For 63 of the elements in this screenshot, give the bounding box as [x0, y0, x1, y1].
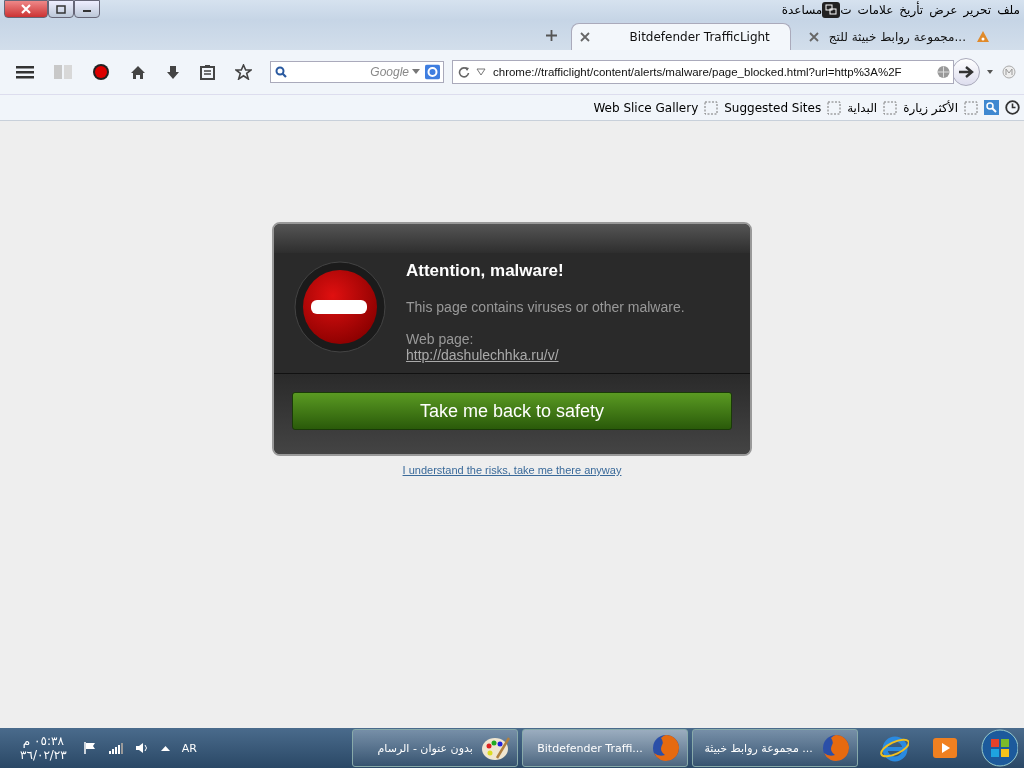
menu-item[interactable]: عرض: [929, 3, 958, 17]
go-button[interactable]: [952, 58, 980, 86]
star-icon[interactable]: [235, 64, 252, 80]
search-field[interactable]: Google: [270, 61, 444, 83]
page-icon: [883, 100, 898, 115]
clipboard-icon[interactable]: [200, 64, 215, 80]
globe-icon: [937, 65, 950, 79]
page-icon: [964, 100, 978, 115]
bookmark-link[interactable]: البداية: [847, 100, 878, 115]
speaker-icon[interactable]: [134, 742, 149, 754]
warning-icon: [976, 30, 990, 44]
signal-icon[interactable]: [108, 742, 123, 754]
start-button[interactable]: [980, 729, 1018, 767]
download-icon[interactable]: [166, 64, 180, 80]
dropdown-icon[interactable]: [476, 68, 486, 76]
menu-item[interactable]: علامات: [857, 3, 894, 17]
language-indicator[interactable]: AR: [181, 741, 197, 755]
menu-item[interactable]: تحرير: [963, 3, 992, 17]
clock-time[interactable]: ٠٥:٣٨ م: [22, 734, 64, 748]
clock-date[interactable]: ٣٦/٠٢/٢٣: [20, 748, 67, 762]
page-icon: [827, 100, 842, 115]
taskbar-button[interactable]: بدون عنوان - الرسام: [351, 729, 518, 767]
firefox-icon: [650, 733, 681, 763]
bypass-link[interactable]: I understand the risks, take me there anyway: [402, 464, 622, 476]
restore-icon: [56, 4, 66, 14]
menu-item[interactable]: مساعدة: [781, 3, 823, 17]
restore-button[interactable]: [48, 0, 74, 18]
record-icon[interactable]: [92, 63, 110, 81]
reload-icon[interactable]: [458, 66, 470, 78]
address-field[interactable]: chrome://trafficlight/content/alerts/malware/page_blocked.html?url=http%3A%2F: [452, 60, 954, 84]
firefox-icon: [820, 733, 851, 763]
menu-item[interactable]: ت: [840, 3, 852, 17]
close-icon[interactable]: [808, 32, 819, 42]
page-icon: [704, 100, 719, 115]
blocked-url-link[interactable]: http://dashulechhka.ru/v/: [406, 347, 685, 363]
close-icon: [20, 4, 32, 14]
dropdown-icon[interactable]: [986, 69, 994, 75]
clock-icon[interactable]: [1005, 100, 1020, 115]
menu-icon[interactable]: [16, 65, 34, 79]
home-icon[interactable]: [130, 64, 146, 80]
bookmark-link[interactable]: Suggested Sites: [724, 100, 822, 115]
browser-tab[interactable]: Bitdefender TrafficLight: [570, 23, 791, 50]
menu-item[interactable]: ملف: [997, 3, 1020, 17]
arrow-icon: [958, 65, 974, 79]
flag-icon[interactable]: [82, 742, 97, 754]
back-to-safety-button[interactable]: Take me back to safety: [292, 392, 732, 430]
chevron-up-icon[interactable]: [160, 745, 170, 751]
close-icon[interactable]: [579, 32, 590, 42]
taskbar-button[interactable]: Bitdefender Traffi...: [521, 729, 688, 767]
alert-message: This page contains viruses or other malware.: [406, 299, 685, 315]
bookmark-link[interactable]: الأكثر زيارة: [903, 100, 958, 115]
taskbar-button[interactable]: مجموعة روابط خبيثة ...: [691, 729, 858, 767]
browser-tab[interactable]: مجموعة روابط خبيثة للتج...: [794, 24, 1004, 50]
no-entry-icon: [294, 261, 386, 353]
alert-title: Attention, malware!: [406, 261, 565, 281]
dropdown-icon[interactable]: [412, 69, 420, 75]
menu-item[interactable]: تأريخ: [899, 3, 924, 17]
web-page-label: Web page:: [406, 331, 475, 347]
close-button[interactable]: [4, 0, 48, 18]
plus-icon: [545, 30, 557, 41]
bookmark-link[interactable]: Web Slice Gallery: [593, 100, 699, 115]
search-icon: [275, 66, 287, 78]
minimize-button[interactable]: [74, 0, 100, 18]
